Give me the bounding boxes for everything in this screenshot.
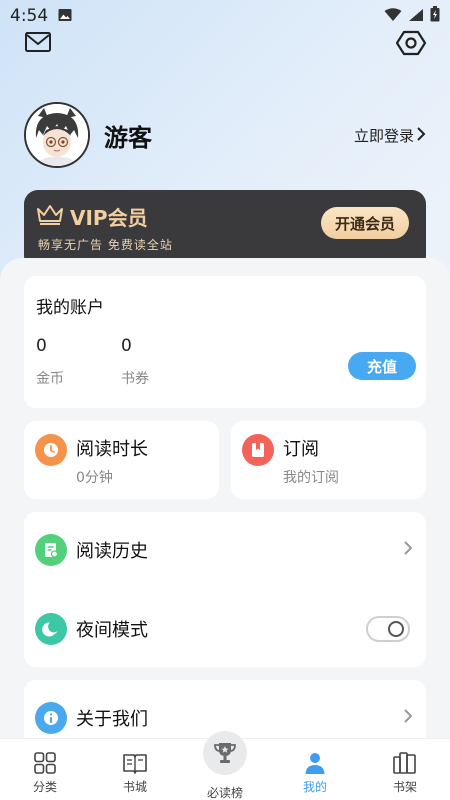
coins-stat[interactable]: 0 金币 (36, 336, 64, 388)
nav-category-label: 分类 (32, 780, 57, 794)
signal-icon (408, 7, 424, 26)
vip-subtitle: 畅享无广告 免费读全站 (38, 238, 173, 252)
toggle-knob (388, 621, 404, 637)
coins-label: 金币 (36, 371, 64, 387)
nav-bookstore-label: 书城 (122, 780, 147, 794)
wifi-icon (384, 7, 402, 26)
coins-value: 0 (36, 336, 47, 356)
vip-title-row: VIP会员 (36, 202, 148, 231)
night-mode-label: 夜间模式 (76, 620, 148, 641)
reading-history-row[interactable]: 阅读历史 (24, 520, 426, 580)
clock-icon (35, 434, 67, 466)
grid-icon (33, 750, 57, 776)
status-bar: 4:54 (0, 0, 450, 32)
reading-time-title: 阅读时长 (76, 439, 148, 460)
chevron-right-icon (416, 126, 426, 146)
nav-bookstore[interactable]: 书城 (90, 739, 180, 800)
nav-bookshelf-label: 书架 (392, 780, 417, 794)
nav-ranking-label: 必读榜 (206, 786, 243, 800)
tickets-label: 书券 (121, 371, 149, 387)
subscription-subtitle: 我的订阅 (283, 470, 339, 486)
account-title: 我的账户 (36, 298, 104, 318)
chevron-right-icon (403, 540, 413, 560)
moon-icon (35, 613, 67, 645)
reading-time-card[interactable]: 阅读时长 0分钟 (24, 421, 219, 499)
history-doc-icon (35, 534, 67, 566)
login-link-label: 立即登录 (353, 127, 414, 145)
info-icon (35, 702, 67, 734)
about-us-label: 关于我们 (76, 709, 148, 730)
menu-card: 阅读历史 夜间模式 (24, 512, 426, 667)
chevron-right-icon (403, 708, 413, 728)
open-book-icon (122, 750, 148, 776)
tickets-stat[interactable]: 0 书券 (121, 336, 149, 388)
login-link[interactable]: 立即登录 (354, 125, 426, 146)
nav-bookshelf[interactable]: 书架 (360, 739, 450, 800)
night-mode-row: 夜间模式 (24, 599, 426, 659)
battery-icon (430, 6, 440, 26)
nav-mine[interactable]: 我的 (270, 739, 360, 800)
image-notification-icon (58, 7, 72, 26)
trophy-icon[interactable] (203, 731, 247, 775)
profile-section: 游客 立即登录 (24, 100, 426, 170)
account-card: 我的账户 0 金币 0 书券 充值 (24, 276, 426, 408)
person-icon (303, 750, 327, 776)
status-time: 4:54 (10, 6, 49, 26)
mail-icon[interactable] (24, 30, 54, 58)
open-vip-button[interactable]: 开通会员 (321, 207, 409, 239)
top-bar (0, 30, 450, 60)
tickets-value: 0 (121, 336, 132, 356)
night-mode-toggle[interactable] (366, 616, 410, 642)
vip-title: VIP会员 (70, 206, 148, 230)
avatar[interactable] (24, 102, 90, 168)
nav-mine-label: 我的 (302, 780, 327, 794)
subscription-title: 订阅 (283, 439, 319, 460)
username: 游客 (104, 124, 152, 152)
bookmark-book-icon (242, 434, 274, 466)
nav-category[interactable]: 分类 (0, 739, 90, 800)
settings-hexagon-icon[interactable] (395, 28, 427, 58)
bookshelf-icon (392, 750, 418, 776)
reading-history-label: 阅读历史 (76, 541, 148, 562)
crown-icon (36, 203, 64, 230)
subscription-card[interactable]: 订阅 我的订阅 (231, 421, 426, 499)
reading-time-value: 0分钟 (76, 470, 113, 486)
recharge-button[interactable]: 充值 (348, 352, 416, 380)
